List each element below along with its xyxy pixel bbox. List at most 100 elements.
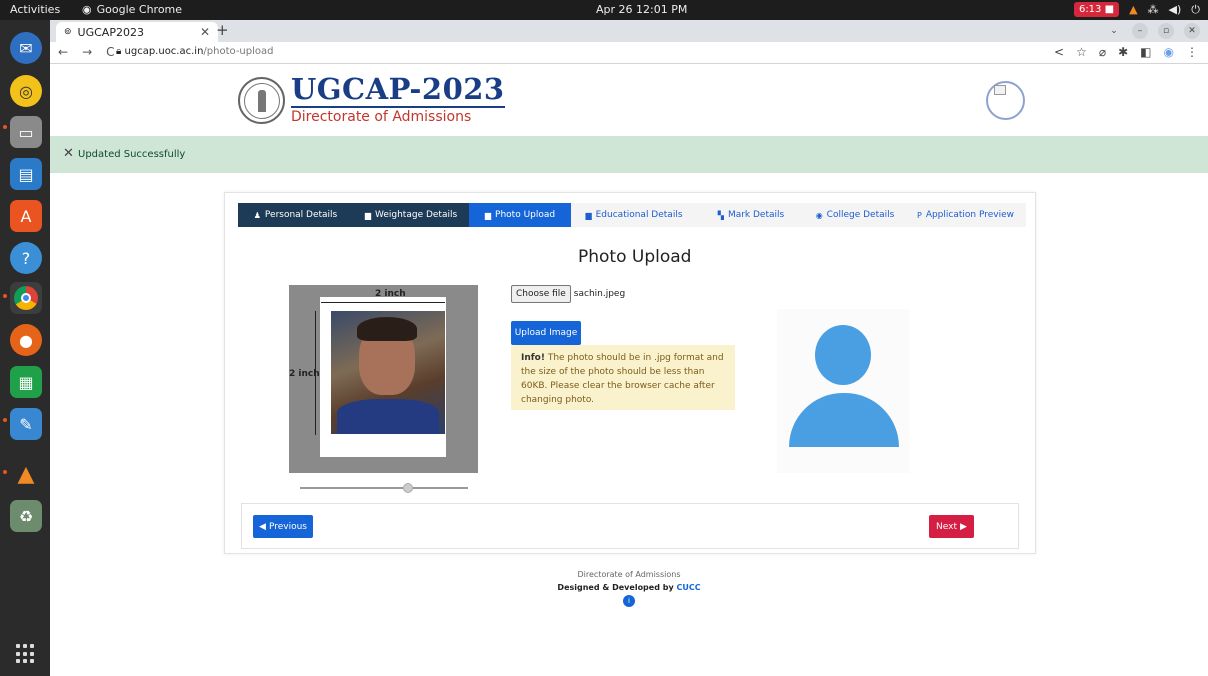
url-field[interactable]: 🔒︎ ugcap.uoc.ac.in/photo-upload [116,46,274,57]
brand: UGCAP-2023 Directorate of Admissions [291,73,505,125]
tab-photo-upload[interactable]: ▆ Photo Upload [469,203,571,227]
firefox-icon[interactable]: ● [10,324,42,356]
trash-icon[interactable]: ♻ [10,500,42,532]
tab-label: Weightage Details [374,210,458,220]
side-panel-icon[interactable]: ◧ [1140,45,1151,59]
tab-weightage-details[interactable]: ▆ Weightage Details [353,203,469,227]
tab-educational-details[interactable]: ▆ Educational Details [571,203,697,227]
uploaded-photo[interactable] [331,311,445,434]
extensions-puzzle-icon[interactable]: ✱ [1118,45,1128,59]
upload-image-button[interactable]: Upload Image [511,321,581,345]
previous-button[interactable]: ◀ Previous [253,515,313,538]
zoom-slider[interactable] [300,483,468,493]
site-title: UGCAP-2023 [291,72,505,108]
app-menu[interactable]: ◉ Google Chrome [82,3,182,16]
share-icon[interactable]: < [1054,45,1064,59]
avatar-body [789,393,899,447]
tab-application-preview[interactable]: P Application Preview [905,203,1026,227]
vlc-tray-icon[interactable]: ▲ [1129,3,1137,16]
calc-icon[interactable]: ▦ [10,366,42,398]
reload-icon[interactable]: C [106,45,114,59]
zoom-slider-handle[interactable] [403,483,413,493]
tab-mark-details[interactable]: ▚ Mark Details [697,203,805,227]
close-window-icon[interactable]: ✕ [1184,23,1200,39]
thunderbird-icon[interactable]: ✉ [10,32,42,64]
help-icon[interactable]: ? [10,242,42,274]
paypal-icon: P [916,210,922,220]
window-controls: ⌄ – ▫ ✕ [1106,23,1200,39]
browser-tab[interactable]: ⊚ UGCAP2023 ✕ [56,22,218,42]
minimize-icon[interactable]: – [1132,23,1148,39]
tab-title: UGCAP2023 [77,25,144,39]
power-icon[interactable]: ⏻ [1191,3,1200,17]
rhythmbox-icon[interactable]: ◎ [10,75,42,107]
url-path: /photo-upload [203,46,274,57]
choose-file-button[interactable]: Choose file [511,285,571,303]
width-arrow [321,302,445,303]
bookmark-star-icon[interactable]: ☆ [1076,45,1087,59]
map-icon: ▚ [717,210,724,220]
network-icon[interactable]: ⁂ [1148,3,1159,16]
recording-indicator[interactable]: 6:13 ■ [1073,2,1120,17]
vlc-icon[interactable]: ▲ [10,458,42,490]
file-input[interactable]: Choose file sachin.jpeg [511,285,625,303]
arrow-left-icon: ◀ [259,521,266,532]
dismiss-alert-icon[interactable]: ✕ [63,146,74,161]
tab-personal-details[interactable]: ♟ Personal Details [238,203,353,227]
dot-circle-icon: ◉ [815,210,823,220]
profile-icon[interactable]: ◉ [1164,45,1174,59]
clock[interactable]: Apr 26 12:01 PM [596,3,687,16]
chrome-icon: ◉ [82,3,92,16]
tab-search-icon[interactable]: ⌄ [1106,23,1122,39]
maximize-icon[interactable]: ▫ [1158,23,1174,39]
software-center-icon[interactable]: A [10,200,42,232]
system-tray[interactable]: 6:13 ■ ▲ ⁂ ◀) ⏻ [1073,2,1200,17]
menu-icon[interactable]: ⋮ [1186,45,1198,59]
site-header: UGCAP-2023 Directorate of Admissions [50,64,1208,136]
web-page: UGCAP-2023 Directorate of Admissions ✕ U… [50,64,1208,676]
back-icon[interactable]: ← [58,45,68,59]
user-icon: ♟ [253,210,261,220]
chrome-dock-icon[interactable] [10,282,42,314]
new-tab-icon[interactable]: + [216,21,229,39]
files-icon[interactable]: ▭ [10,116,42,148]
footer-line2: Designed & Developed by CUCC [50,583,1208,592]
width-dimension: 2 inch [375,289,406,299]
form-card: ♟ Personal Details ▆ Weightage Details ▆ Ph… [224,192,1036,554]
info-badge-icon[interactable]: i [623,595,635,607]
page-footer: Directorate of Admissions Designed & Dev… [50,570,1208,607]
tab-label: Application Preview [925,210,1014,220]
university-seal-logo [238,77,285,124]
cucc-link[interactable]: CUCC [676,583,700,592]
book-icon: ▆ [484,210,492,220]
info-text: The photo should be in .jpg format and t… [521,353,724,405]
previous-label: Previous [268,521,307,532]
file-name: sachin.jpeg [573,289,626,299]
recording-time: 6:13 [1078,4,1102,15]
extension-icon[interactable]: ⌀ [1099,45,1106,59]
browser-toolbar: < ☆ ⌀ ✱ ◧ ◉ ⋮ [1054,45,1198,59]
info-box: Info! The photo should be in .jpg format… [511,345,735,410]
writer-icon[interactable]: ▤ [10,158,42,190]
tab-label: Photo Upload [495,210,556,220]
photo-crop-area[interactable]: 2 inch 2 inch [289,285,478,473]
next-button[interactable]: Next ▶ [929,515,974,538]
height-dimension: 2 inch [289,369,320,379]
volume-icon[interactable]: ◀) [1169,3,1182,16]
close-tab-icon[interactable]: ✕ [200,25,210,39]
activities-button[interactable]: Activities [10,3,60,16]
tab-label: Personal Details [264,210,338,220]
os-top-bar: Activities ◉ Google Chrome Apr 26 12:01 … [0,0,1208,20]
tab-label: Mark Details [727,210,785,220]
running-dot [3,418,7,422]
text-editor-icon[interactable]: ✎ [10,408,42,440]
footer-credit: Designed & Developed by [557,583,677,592]
running-dot [3,294,7,298]
site-subtitle: Directorate of Admissions [291,109,472,125]
forward-icon[interactable]: → [82,45,92,59]
lock-icon: 🔒︎ [116,46,122,57]
url-domain: ugcap.uoc.ac.in [124,46,204,57]
running-dot [3,125,7,129]
tab-college-details[interactable]: ◉ College Details [805,203,905,227]
show-apps-icon[interactable] [16,644,36,664]
